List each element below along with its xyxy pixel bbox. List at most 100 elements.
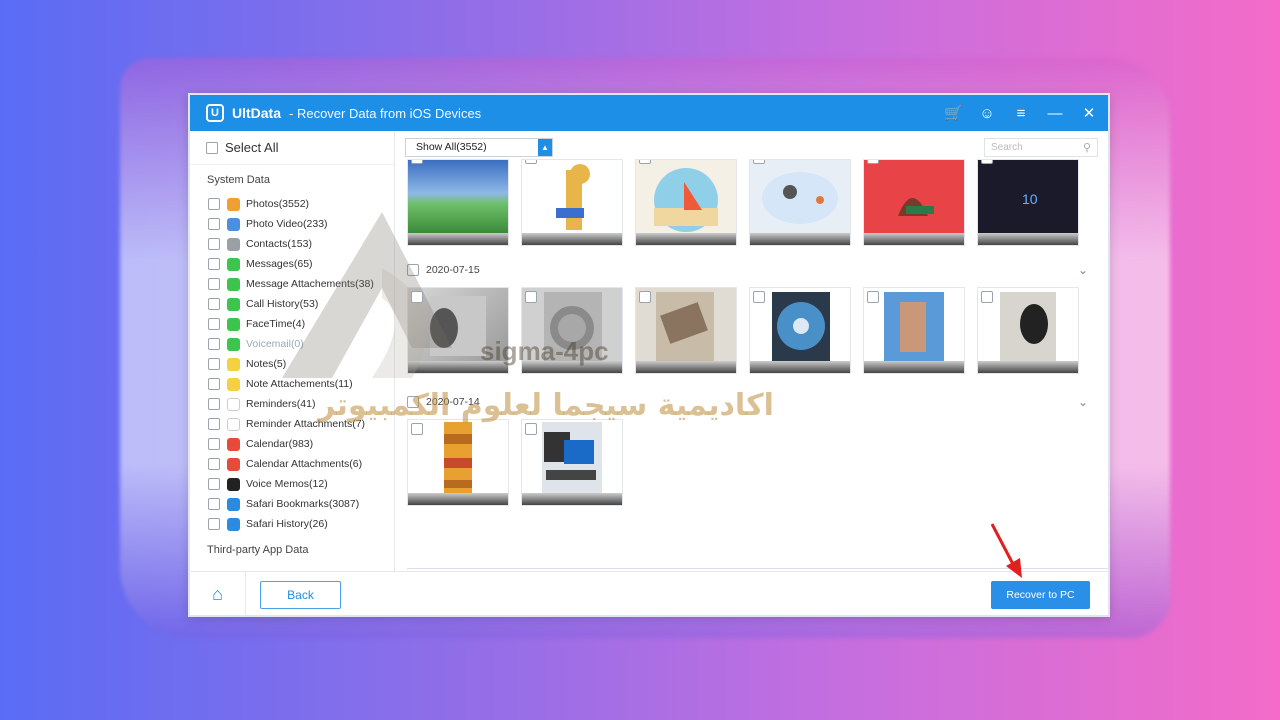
sidebar-item-checkbox[interactable]	[208, 318, 220, 330]
sidebar-item[interactable]: Voicemail(0)	[190, 334, 394, 354]
date-group-checkbox[interactable]	[407, 264, 419, 276]
date-group-header[interactable]: 2020-07-15 ⌄	[395, 255, 1108, 285]
sidebar-item[interactable]: Calendar(983)	[190, 434, 394, 454]
photo-thumbnail[interactable]: 10	[977, 159, 1079, 246]
sidebar-item[interactable]: Reminder Attachments(7)	[190, 414, 394, 434]
photo-checkbox[interactable]	[753, 160, 765, 164]
date-group-header[interactable]: 2020-07-14 ⌄	[395, 387, 1108, 417]
sidebar-item[interactable]: Call History(53)	[190, 294, 394, 314]
sidebar-item[interactable]: Messages(65)	[190, 254, 394, 274]
photo-thumbnail[interactable]	[521, 159, 623, 246]
photo-thumbnail[interactable]	[635, 159, 737, 246]
sidebar-item-label: Call History(53)	[246, 298, 319, 310]
sidebar-item-checkbox[interactable]	[208, 398, 220, 410]
sidebar-item[interactable]: Photos(3552)	[190, 194, 394, 214]
menu-icon[interactable]: ≡	[1012, 105, 1030, 122]
note-attachments-icon	[227, 377, 240, 391]
recover-to-pc-button[interactable]: Recover to PC	[991, 580, 1090, 609]
sidebar-item-label: Message Attachements(38)	[246, 278, 374, 290]
sidebar-item-checkbox[interactable]	[208, 198, 220, 210]
chevron-down-icon[interactable]: ▲	[538, 138, 552, 156]
photo-thumbnail[interactable]	[521, 287, 623, 374]
sidebar-item-checkbox[interactable]	[208, 258, 220, 270]
photo-thumbnail[interactable]	[407, 159, 509, 246]
sidebar-item[interactable]: Safari History(26)	[190, 514, 394, 534]
photo-thumbnail[interactable]	[977, 287, 1079, 374]
sidebar-item[interactable]: Message Attachements(38)	[190, 274, 394, 294]
photo-checkbox[interactable]	[639, 160, 651, 164]
sidebar-item[interactable]: Calendar Attachments(6)	[190, 454, 394, 474]
chevron-down-icon[interactable]: ⌄	[1078, 263, 1088, 277]
sidebar-item-label: Messages(65)	[246, 258, 313, 270]
svg-text:10: 10	[1022, 191, 1038, 207]
close-icon[interactable]: ✕	[1080, 104, 1098, 122]
photo-checkbox[interactable]	[867, 160, 879, 164]
sidebar-item[interactable]: Note Attachements(11)	[190, 374, 394, 394]
photo-thumbnail[interactable]	[407, 419, 509, 506]
sidebar-item[interactable]: Reminders(41)	[190, 394, 394, 414]
photo-checkbox[interactable]	[411, 423, 423, 435]
photo-thumbnail[interactable]	[521, 419, 623, 506]
sidebar-item[interactable]: Safari Bookmarks(3087)	[190, 494, 394, 514]
photo-thumbnail[interactable]	[863, 159, 965, 246]
sidebar-item-checkbox[interactable]	[208, 478, 220, 490]
filter-dropdown[interactable]: Show All(3552) ▲	[405, 137, 553, 157]
search-input[interactable]: Search ⚲	[984, 137, 1098, 157]
photo-checkbox[interactable]	[867, 291, 879, 303]
sidebar-item-checkbox[interactable]	[208, 218, 220, 230]
sidebar-item-checkbox[interactable]	[208, 438, 220, 450]
photo-checkbox[interactable]	[525, 160, 537, 164]
photo-checkbox[interactable]	[525, 291, 537, 303]
sidebar-item-label: Reminder Attachments(7)	[246, 418, 366, 430]
photo-checkbox[interactable]	[525, 423, 537, 435]
date-group-checkbox[interactable]	[407, 396, 419, 408]
sidebar-item[interactable]: Photo Video(233)	[190, 214, 394, 234]
search-icon[interactable]: ⚲	[1083, 141, 1091, 154]
photo-checkbox[interactable]	[981, 160, 993, 164]
sidebar-item-label: Calendar Attachments(6)	[246, 458, 363, 470]
photo-thumbnail[interactable]	[749, 287, 851, 374]
photo-thumbnail[interactable]	[863, 287, 965, 374]
home-icon[interactable]: ⌂	[190, 572, 246, 617]
photo-thumbnail[interactable]	[635, 287, 737, 374]
user-icon[interactable]: ☺	[978, 105, 996, 122]
filter-value: Show All(3552)	[416, 141, 487, 153]
photo-checkbox[interactable]	[981, 291, 993, 303]
title-bar: U UltData - Recover Data from iOS Device…	[190, 95, 1108, 131]
ultdata-logo-icon: U	[206, 104, 224, 122]
sidebar-item[interactable]: Voice Memos(12)	[190, 474, 394, 494]
sidebar-item-checkbox[interactable]	[208, 458, 220, 470]
sidebar-item-checkbox[interactable]	[208, 378, 220, 390]
select-all-row[interactable]: Select All	[190, 131, 394, 165]
photo-video-icon	[227, 217, 240, 231]
app-window: U UltData - Recover Data from iOS Device…	[188, 93, 1110, 617]
sidebar-item-checkbox[interactable]	[208, 498, 220, 510]
third-party-header: Third-party App Data	[207, 544, 309, 556]
footer-bar: ⌂ Back Recover to PC	[190, 571, 1108, 617]
sidebar-item-checkbox[interactable]	[208, 298, 220, 310]
photo-checkbox[interactable]	[411, 160, 423, 164]
cart-icon[interactable]: 🛒	[944, 104, 963, 122]
photo-checkbox[interactable]	[753, 291, 765, 303]
sidebar-item-label: Reminders(41)	[246, 398, 316, 410]
sidebar-item-checkbox[interactable]	[208, 418, 220, 430]
back-button[interactable]: Back	[260, 580, 341, 609]
sidebar-item-checkbox[interactable]	[208, 358, 220, 370]
photo-thumbnail[interactable]	[407, 287, 509, 374]
sidebar-item-label: Note Attachements(11)	[246, 378, 353, 390]
photo-thumbnail[interactable]	[749, 159, 851, 246]
sidebar-item[interactable]: FaceTime(4)	[190, 314, 394, 334]
chevron-down-icon[interactable]: ⌄	[1078, 395, 1088, 409]
notes-icon	[227, 357, 240, 371]
sidebar-item-checkbox[interactable]	[208, 338, 220, 350]
select-all-checkbox[interactable]	[206, 141, 218, 154]
minimize-icon[interactable]: —	[1046, 105, 1064, 122]
sidebar-item-label: Photos(3552)	[246, 198, 310, 210]
sidebar-item-checkbox[interactable]	[208, 238, 220, 250]
photo-checkbox[interactable]	[411, 291, 423, 303]
sidebar-item-checkbox[interactable]	[208, 518, 220, 530]
sidebar-item[interactable]: Contacts(153)	[190, 234, 394, 254]
photo-checkbox[interactable]	[639, 291, 651, 303]
sidebar-item[interactable]: Notes(5)	[190, 354, 394, 374]
sidebar-item-checkbox[interactable]	[208, 278, 220, 290]
